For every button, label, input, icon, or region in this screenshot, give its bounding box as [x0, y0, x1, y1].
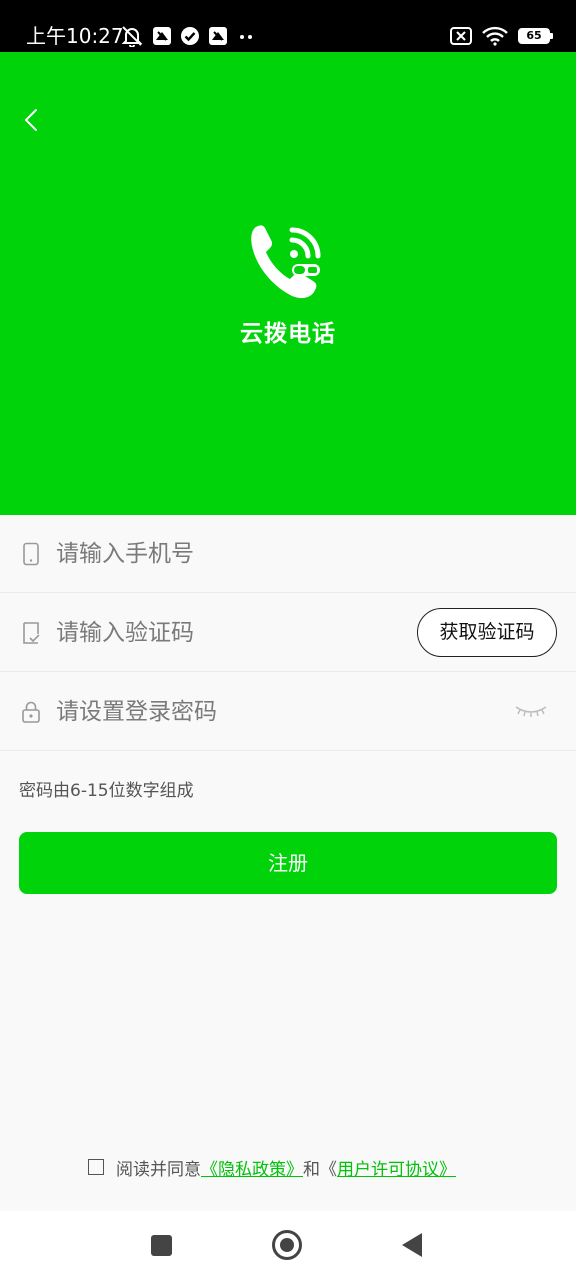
password-hint: 密码由6-15位数字组成: [19, 781, 194, 801]
get-code-button[interactable]: 获取验证码: [417, 608, 557, 657]
code-input[interactable]: [56, 614, 356, 652]
battery-icon: 65: [518, 28, 553, 44]
sim-off-icon: [450, 27, 472, 45]
mute-icon: [121, 26, 143, 47]
home-button[interactable]: [272, 1230, 302, 1260]
agreement-prefix: 阅读并同意: [116, 1159, 201, 1180]
status-left-icons: [120, 24, 256, 48]
status-time: 上午10:27: [26, 24, 124, 48]
app-notification-icon: [209, 27, 227, 45]
app-name: 云拨电话: [240, 321, 336, 347]
wifi-icon: [482, 26, 508, 46]
agreement: 阅读并同意 《隐私政策》 和《 用户许可协议》: [88, 1154, 456, 1180]
agreement-and: 和《: [303, 1159, 337, 1180]
app-logo-icon: [251, 225, 321, 299]
recents-button[interactable]: [151, 1235, 172, 1256]
app-notification-icon: [153, 27, 171, 45]
register-button[interactable]: 注册: [19, 832, 557, 894]
more-dots-icon: [240, 35, 252, 39]
password-input[interactable]: [56, 693, 396, 731]
phone-input[interactable]: [56, 535, 396, 573]
system-nav-bar: [0, 1211, 576, 1280]
phone-icon: [23, 542, 39, 566]
status-bar: 上午10:27 65: [0, 0, 576, 52]
agree-checkbox[interactable]: [88, 1159, 104, 1175]
eye-closed-icon[interactable]: [514, 701, 548, 721]
code-row: 获取验证码: [0, 594, 576, 672]
password-row: [0, 673, 576, 751]
phone-row: [0, 515, 576, 593]
check-circle-icon: [181, 27, 199, 45]
lock-icon: [22, 701, 40, 723]
back-button[interactable]: [16, 104, 48, 136]
back-nav-button[interactable]: [402, 1233, 422, 1257]
user-license-link[interactable]: 用户许可协议》: [337, 1155, 456, 1180]
privacy-policy-link[interactable]: 《隐私政策》: [201, 1155, 303, 1180]
status-right-icons: 65: [450, 24, 553, 48]
register-page: 上午10:27 65 云拨电话 请输入手机号 请输入验证码 获取验证码 密码由6…: [0, 0, 576, 1280]
verify-code-icon: [23, 622, 40, 644]
header: 云拨电话: [0, 52, 576, 515]
